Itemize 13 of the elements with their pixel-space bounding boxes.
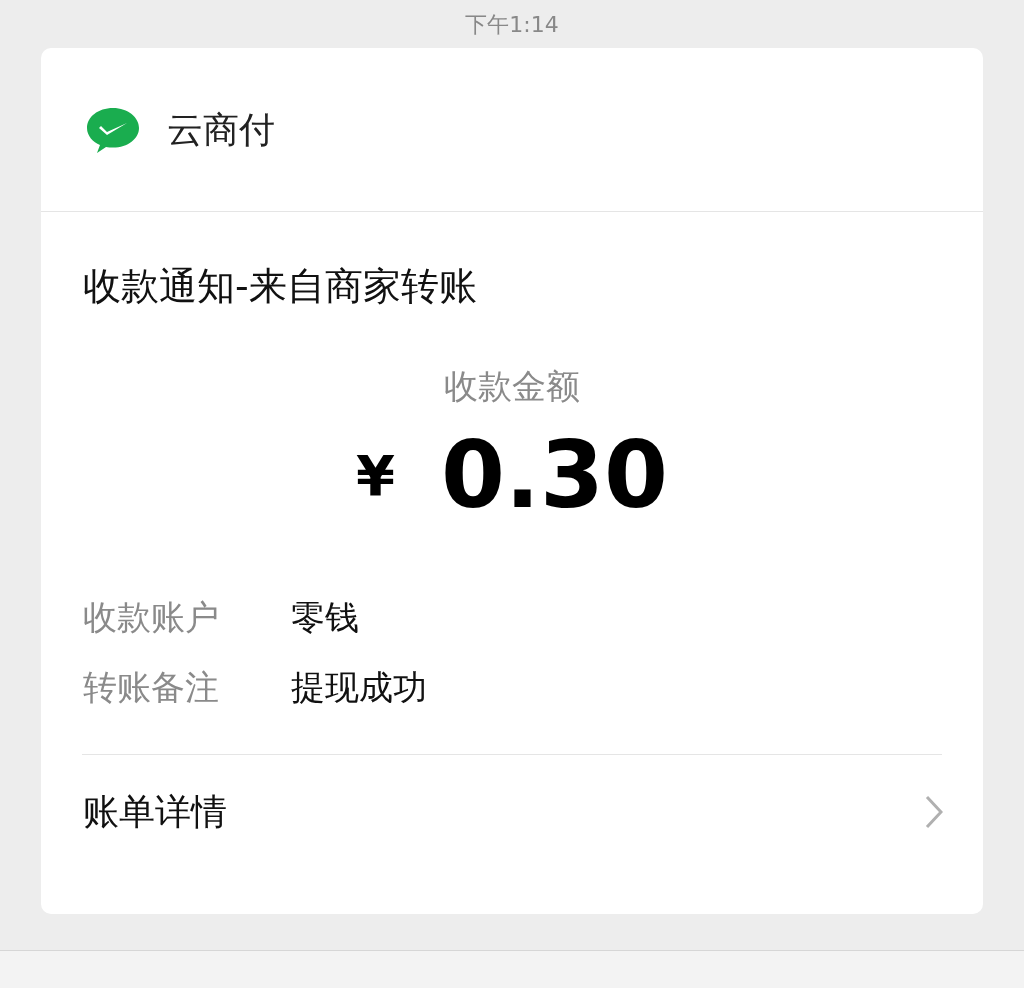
detail-value: 零钱 bbox=[291, 596, 359, 639]
notice-title: 收款通知-来自商家转账 bbox=[83, 263, 478, 310]
chat-check-icon bbox=[85, 105, 141, 154]
app-name: 云商付 bbox=[167, 107, 275, 152]
bill-details-row[interactable]: 账单详情 bbox=[41, 755, 983, 869]
chevron-right-icon bbox=[925, 795, 943, 829]
currency-symbol: ¥ bbox=[356, 442, 395, 510]
detail-label: 收款账户 bbox=[83, 596, 220, 639]
status-time: 下午1:14 bbox=[465, 12, 559, 38]
detail-label: 转账备注 bbox=[83, 666, 220, 709]
detail-value: 提现成功 bbox=[291, 666, 427, 709]
amount-label: 收款金额 bbox=[444, 365, 580, 408]
amount-value: 0.30 bbox=[441, 426, 668, 526]
